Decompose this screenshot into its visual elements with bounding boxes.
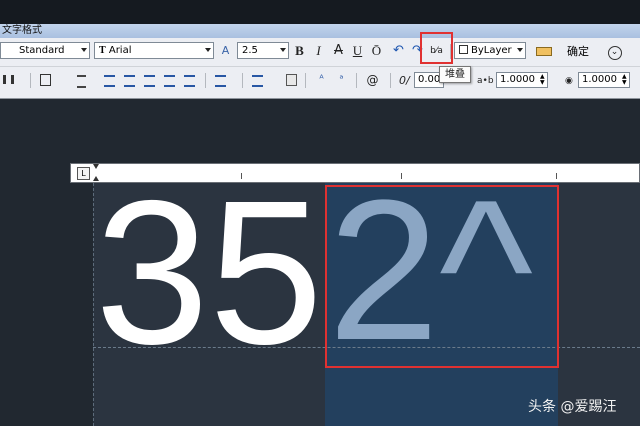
text-height-value: 2.5 — [242, 45, 258, 56]
width-factor-value: 1.0000 — [582, 74, 617, 85]
stack-tooltip: 堆叠 — [439, 66, 471, 83]
tracking-icon: a•b — [477, 76, 494, 86]
align-right-button[interactable] — [141, 71, 158, 89]
spinner-icon: ▲ ▼ — [622, 73, 627, 86]
justify-button[interactable] — [161, 71, 178, 89]
color-value: ByLayer — [471, 45, 512, 56]
chevron-down-icon — [280, 48, 286, 52]
top-bar — [0, 0, 640, 24]
insert-field-button[interactable] — [283, 71, 300, 89]
uppercase-button[interactable]: ᴬ — [313, 71, 330, 89]
symbol-button[interactable]: @ — [364, 71, 381, 89]
text-style-select[interactable]: Standard — [0, 42, 90, 59]
text-plain[interactable]: 35 — [95, 170, 323, 375]
toolbar-separator — [305, 73, 306, 88]
underline-button[interactable]: U — [349, 42, 366, 60]
strikethrough-button[interactable]: A — [330, 42, 347, 60]
toolbar-separator — [390, 73, 391, 88]
columns-button[interactable] — [0, 71, 17, 89]
align-right-icon — [144, 75, 155, 87]
toolbar-title: 文字格式 — [0, 24, 640, 38]
chevron-down-icon — [205, 48, 211, 52]
truetype-icon: T — [99, 45, 106, 56]
width-factor-icon: ◉ — [565, 76, 573, 86]
options-button[interactable]: ⌄ — [606, 42, 623, 60]
text-height-icon: A — [221, 44, 230, 57]
align-left-icon — [104, 75, 115, 87]
chevron-down-icon — [81, 48, 87, 52]
lowercase-button[interactable]: ᵃ — [333, 71, 350, 89]
text-height-select[interactable]: 2.5 — [237, 42, 289, 59]
justify-text-icon — [164, 75, 175, 87]
justification-button[interactable] — [37, 71, 54, 89]
paragraph-icon — [77, 75, 86, 88]
toolbar-separator — [30, 73, 31, 88]
line-spacing-button[interactable] — [212, 71, 229, 89]
toolbar-separator — [205, 73, 206, 88]
color-select[interactable]: ByLayer — [454, 42, 526, 59]
tracking-input[interactable]: 1.0000 ▲ ▼ — [496, 72, 548, 88]
toolbar-separator — [242, 73, 243, 88]
align-center-icon — [124, 75, 135, 87]
tracking-value: 1.0000 — [500, 74, 535, 85]
text-style-value: Standard — [19, 45, 65, 56]
distribute-button[interactable] — [181, 71, 198, 89]
align-left-button[interactable] — [101, 71, 118, 89]
ruler-icon — [536, 47, 552, 56]
width-factor-input[interactable]: 1.0000 ▲ ▼ — [578, 72, 630, 88]
bold-button[interactable]: B — [291, 42, 308, 60]
color-swatch-icon — [459, 45, 468, 54]
italic-button[interactable]: I — [310, 42, 327, 60]
columns-icon — [3, 75, 14, 84]
align-center-button[interactable] — [121, 71, 138, 89]
line-spacing-icon — [215, 75, 226, 87]
overline-button[interactable]: Ō — [368, 42, 385, 60]
spinner-icon: ▲ ▼ — [540, 73, 545, 86]
insert-field-icon — [286, 74, 297, 86]
font-value: Arial — [108, 45, 132, 56]
font-select[interactable]: T Arial — [94, 42, 214, 59]
toolbar-separator — [356, 73, 357, 88]
numbering-icon — [252, 75, 263, 87]
chevron-down-icon — [517, 48, 523, 52]
distribute-icon — [184, 75, 195, 87]
ruler-toggle-button[interactable] — [534, 42, 554, 60]
options-icon: ⌄ — [607, 46, 622, 60]
oblique-angle-icon: 0/ — [399, 74, 410, 87]
ok-button[interactable]: 确定 — [567, 44, 589, 60]
numbering-button[interactable] — [249, 71, 266, 89]
stack-highlight-box — [420, 32, 453, 64]
paragraph-button[interactable] — [73, 71, 90, 89]
undo-button[interactable]: ↶ — [390, 42, 407, 60]
text-format-toolbar: 文字格式 Standard T Arial A 2.5 B I A U Ō ↶ … — [0, 24, 640, 99]
justify-icon — [40, 74, 51, 86]
watermark: 头条 @爱踢汪 — [528, 399, 617, 415]
tab-type-button[interactable]: L — [77, 167, 90, 180]
selection-highlight-box — [325, 185, 559, 368]
toolbar-row-2: ᴬ ᵃ @ 0/ 0.000 a•b 1.0000 ▲ ▼ ◉ 1.0000 ▲ ▼ — [0, 66, 640, 95]
toolbar-row-1: Standard T Arial A 2.5 B I A U Ō ↶ ↷ b⁄a… — [0, 38, 640, 66]
ruler-tick — [556, 173, 557, 179]
